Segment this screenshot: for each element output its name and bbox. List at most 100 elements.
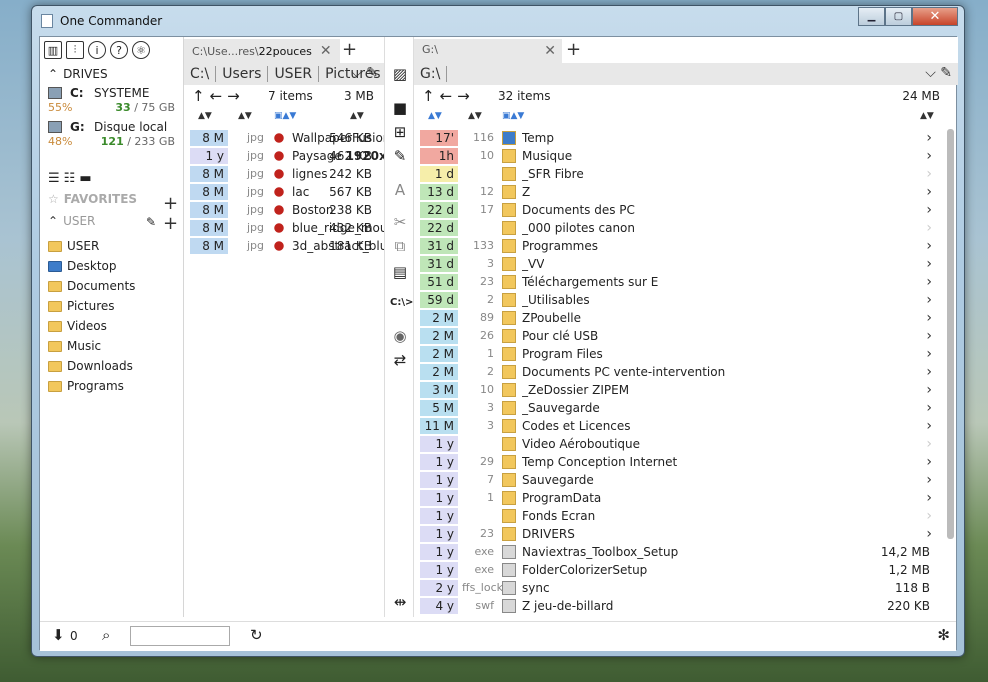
image-icon[interactable]: ▨ (390, 65, 410, 85)
columns-icon[interactable]: ▥ (44, 41, 62, 59)
sort-ext-icon[interactable]: ▲▼ (238, 111, 252, 121)
file-row[interactable]: 51 d 23 Téléchargements sur E › (414, 273, 942, 291)
file-row[interactable]: 1 y 1 ProgramData › (414, 489, 942, 507)
user-header[interactable]: ⌃ USER (40, 210, 183, 232)
breadcrumb-tools[interactable]: ⌵ ✎ (925, 65, 952, 81)
sort-size-icon[interactable]: ▲▼ (920, 111, 934, 121)
drives-header[interactable]: ⌃ DRIVES (40, 67, 183, 81)
drive-item[interactable]: C: SYSTEME 55% 33 / 75 GB (40, 85, 183, 119)
file-row[interactable]: 17' 116 Temp › (414, 129, 942, 147)
file-row[interactable]: 59 d 2 _Utilisables › (414, 291, 942, 309)
add-favorite-icon[interactable]: + (163, 193, 178, 214)
sidebar-item-documents[interactable]: Documents (40, 276, 183, 296)
close-tab-icon[interactable]: ✕ (320, 43, 332, 59)
chevron-right-icon[interactable]: › (926, 219, 932, 237)
maximize-button[interactable]: ▢ (885, 7, 912, 26)
help-icon[interactable]: ? (110, 41, 128, 59)
swap-panes-icon[interactable]: ⇄ (390, 351, 410, 371)
file-row[interactable]: 2 M 2 Documents PC vente-intervention › (414, 363, 942, 381)
file-row[interactable]: 1 yjpgPaysage 1920x1080462 KB (184, 147, 400, 165)
add-tab-icon[interactable]: + (342, 39, 357, 60)
paste-icon[interactable]: ▤ (390, 263, 410, 283)
chevron-right-icon[interactable]: › (926, 525, 932, 543)
breadcrumb-tools[interactable]: ⌵ ✎ (351, 65, 378, 81)
rename-icon[interactable]: ✎ (390, 147, 410, 167)
file-row[interactable]: 1 y 29 Temp Conception Internet › (414, 453, 942, 471)
chevron-right-icon[interactable]: › (926, 129, 932, 147)
file-row[interactable]: 2 M 1 Program Files › (414, 345, 942, 363)
sidebar-item-user[interactable]: USER (40, 236, 183, 256)
file-row[interactable]: 1 y exe FolderColorizerSetup 1,2 MB (414, 561, 942, 579)
info-icon[interactable]: i (88, 41, 106, 59)
new-file-icon[interactable]: ⊞ (390, 123, 410, 143)
file-row[interactable]: 8 M jpg lignes 242 KB (184, 165, 384, 183)
chevron-right-icon[interactable]: › (926, 165, 932, 183)
file-row[interactable]: 8 Mjpgblue_ridge_mountains_north_c432 KB (184, 219, 400, 237)
sidebar-item-downloads[interactable]: Downloads (40, 356, 183, 376)
detail-view-icon[interactable]: ☷ (64, 171, 76, 186)
file-row[interactable]: 1h 58' 10 Musique › (414, 147, 942, 179)
chevron-right-icon[interactable]: › (926, 147, 932, 165)
chevron-right-icon[interactable]: › (926, 381, 932, 399)
crumb-drive[interactable]: G:\ (414, 66, 448, 82)
title-bar[interactable]: One Commander ▁ ▢ ✕ (32, 6, 964, 36)
sort-size-icon[interactable]: ▲▼ (350, 111, 364, 121)
crumb-item[interactable]: Users (216, 66, 269, 82)
search-input[interactable] (130, 626, 230, 646)
chevron-right-icon[interactable]: › (926, 489, 932, 507)
file-row[interactable]: 1 y 7 Sauvegarde › (414, 471, 942, 489)
chevron-right-icon[interactable]: › (926, 417, 932, 435)
file-row[interactable]: 31 d 3 _VV › (414, 255, 942, 273)
command-prompt-icon[interactable]: C:\> (390, 297, 413, 317)
refresh-icon[interactable]: ↻ (250, 626, 263, 644)
chevron-right-icon[interactable]: › (926, 435, 932, 453)
close-button[interactable]: ✕ (912, 7, 958, 26)
favorites-header[interactable]: ☆ FAVORITES (40, 188, 183, 210)
file-row[interactable]: 8 M jpg Boston 238 KB (184, 201, 384, 219)
scrollbar[interactable] (947, 129, 954, 539)
chevron-right-icon[interactable]: › (926, 201, 932, 219)
file-row[interactable]: 8 Mjpg3d_abstract_blue_digital181 KB (184, 237, 400, 255)
crumb-item[interactable]: C:\ (184, 66, 217, 82)
sort-ext-icon[interactable]: ▲▼ (468, 111, 482, 121)
file-row[interactable]: 1 y 23 DRIVERS › (414, 525, 942, 543)
sidebar-item-pictures[interactable]: Pictures (40, 296, 183, 316)
file-row[interactable]: 13 d 12 Z › (414, 183, 942, 201)
atom-icon[interactable]: ⚛ (132, 41, 150, 59)
file-row[interactable]: 5 M 3 _Sauvegarde › (414, 399, 942, 417)
chevron-right-icon[interactable]: › (926, 363, 932, 381)
file-row[interactable]: 2 y ffs_lock sync 118 B (414, 579, 942, 597)
left-tab[interactable]: C:\Use...res\22pouces ✕ (184, 39, 340, 63)
chevron-right-icon[interactable]: › (926, 399, 932, 417)
sidebar-item-programs[interactable]: Programs (40, 376, 183, 396)
sidebar-item-music[interactable]: Music (40, 336, 183, 356)
sidebar-item-desktop[interactable]: Desktop (40, 256, 183, 276)
file-row[interactable]: 8 MjpgWallpaperFusion-nestled-town546 KB (184, 129, 400, 147)
chevron-right-icon[interactable]: › (926, 291, 932, 309)
search-icon[interactable]: ⌕ (102, 626, 110, 644)
queue-icon[interactable]: ⬇ (52, 626, 65, 644)
preview-eye-icon[interactable]: ◉ (390, 327, 410, 347)
sort-age-icon[interactable]: ▲▼ (428, 111, 442, 121)
chevron-right-icon[interactable]: › (926, 309, 932, 327)
cut-icon[interactable]: ✂ (390, 213, 410, 233)
sliders-icon[interactable]: ⫶ (66, 41, 84, 59)
chevron-right-icon[interactable]: › (926, 453, 932, 471)
nav-arrows[interactable]: ↑←→ (192, 87, 245, 105)
file-row[interactable]: 1 y Fonds Ecran › (414, 507, 942, 525)
sort-age-icon[interactable]: ▲▼ (198, 111, 212, 121)
chevron-right-icon[interactable]: › (926, 345, 932, 363)
chevron-right-icon[interactable]: › (926, 327, 932, 345)
file-row[interactable]: 22 d _000 pilotes canon › (414, 219, 942, 237)
sort-name-icon[interactable]: ▣▲▼ (274, 111, 296, 121)
right-tab[interactable]: G:\ ✕ (414, 39, 562, 63)
minimize-button[interactable]: ▁ (858, 7, 885, 26)
chevron-right-icon[interactable]: › (926, 471, 932, 489)
edit-icon[interactable]: ✎ (146, 215, 156, 229)
crumb-item[interactable]: USER (268, 66, 320, 82)
chevron-right-icon[interactable]: › (926, 255, 932, 273)
add-tab-icon[interactable]: + (566, 39, 581, 60)
file-row[interactable]: 1 y Video Aéroboutique › (414, 435, 942, 453)
file-row[interactable]: 8 M jpg lac 567 KB (184, 183, 384, 201)
sidebar-item-videos[interactable]: Videos (40, 316, 183, 336)
